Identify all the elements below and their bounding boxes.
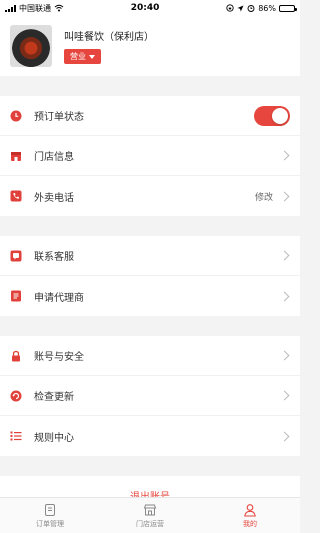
chevron-right-icon: [279, 191, 290, 201]
takeout-phone-label: 外卖电话: [34, 192, 74, 204]
status-time: 20:40: [130, 3, 160, 13]
row-rules-center[interactable]: 规则中心: [0, 416, 300, 456]
status-right: 86%: [226, 3, 297, 13]
lock-icon: [10, 350, 22, 362]
reservation-label: 预订单状态: [34, 112, 84, 123]
user-icon: [244, 503, 256, 517]
reservation-toggle[interactable]: [254, 105, 290, 126]
row-reservation-status: 预订单状态: [0, 96, 300, 136]
settings-group-store: 预订单状态 门店信息 外卖电话 修改: [0, 96, 300, 216]
status-bar: 中国联通 20:40 86%: [0, 0, 300, 16]
signal-icon: [5, 4, 16, 12]
tab-store-label: 门店运营: [136, 519, 164, 528]
list-icon: [10, 430, 22, 442]
tab-order-management[interactable]: 订单管理: [0, 498, 100, 533]
store-info: 叫哇餐饮（保利店） 营业: [64, 28, 154, 64]
location-icon: [237, 5, 244, 11]
lock-rotation-icon: [226, 4, 234, 12]
row-account-security[interactable]: 账号与安全: [0, 336, 300, 376]
row-takeout-phone[interactable]: 外卖电话 修改: [0, 176, 300, 216]
settings-group-account: 账号与安全 检查更新 规则中心: [0, 336, 300, 456]
update-icon: [10, 390, 22, 402]
store-name: 叫哇餐饮（保利店）: [64, 32, 154, 43]
business-status-label: 营业: [70, 52, 86, 61]
check-update-label: 检查更新: [34, 392, 74, 403]
clock-icon: [10, 110, 22, 122]
row-store-info[interactable]: 门店信息: [0, 136, 300, 176]
store-header: 叫哇餐饮（保利店） 营业: [0, 16, 300, 76]
store-info-label: 门店信息: [34, 152, 74, 163]
apply-agent-label: 申请代理商: [34, 292, 84, 304]
order-icon: [45, 503, 55, 516]
row-check-update[interactable]: 检查更新: [0, 376, 300, 416]
chevron-right-icon: [279, 250, 290, 261]
toggle-knob: [272, 107, 288, 124]
tab-order-label: 订单管理: [36, 519, 64, 528]
carrier-label: 中国联通: [19, 3, 51, 13]
customer-service-icon: [10, 250, 22, 262]
chevron-right-icon: [279, 150, 290, 161]
settings-group-support: 联系客服 申请代理商: [0, 236, 300, 316]
tab-mine[interactable]: 我的: [200, 498, 300, 533]
tab-bar: 订单管理 门店运营 我的: [0, 497, 300, 533]
tab-store-operations[interactable]: 门店运营: [100, 498, 200, 533]
row-customer-service[interactable]: 联系客服: [0, 236, 300, 276]
chevron-right-icon: [279, 291, 290, 301]
battery-percent: 86%: [258, 3, 276, 13]
battery-icon: [279, 4, 297, 12]
business-status-dropdown[interactable]: 营业: [64, 49, 101, 64]
caret-down-icon: [89, 54, 95, 59]
alarm-icon: [247, 5, 255, 12]
account-security-label: 账号与安全: [34, 352, 84, 363]
modify-link[interactable]: 修改: [255, 190, 273, 203]
storefront-icon: [143, 504, 157, 515]
store-avatar: [10, 25, 52, 67]
chevron-right-icon: [279, 350, 290, 361]
phone-icon: [10, 190, 22, 202]
row-apply-agent[interactable]: 申请代理商: [0, 276, 300, 316]
status-left: 中国联通: [5, 3, 64, 14]
wifi-icon: [54, 4, 64, 12]
customer-service-label: 联系客服: [34, 252, 74, 263]
document-icon: [10, 290, 22, 302]
store-icon: [10, 150, 22, 162]
tab-mine-label: 我的: [243, 519, 257, 528]
chevron-right-icon: [279, 390, 290, 401]
chevron-right-icon: [279, 431, 290, 441]
rules-center-label: 规则中心: [34, 432, 74, 444]
